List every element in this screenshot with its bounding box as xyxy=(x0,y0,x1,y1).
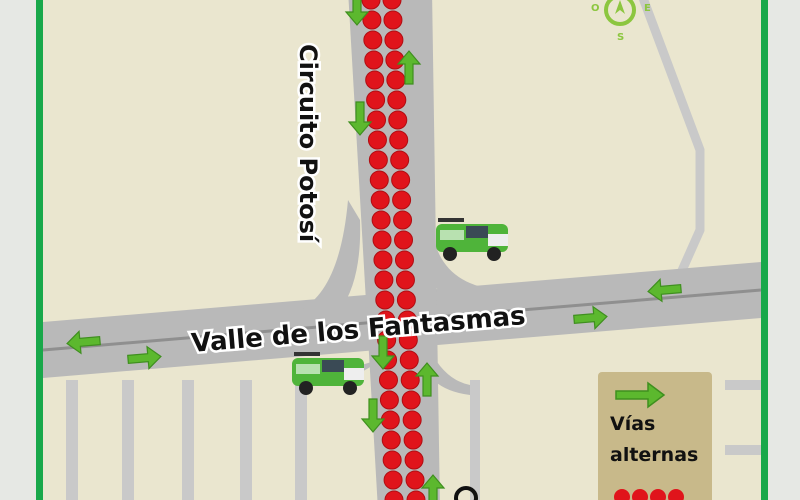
closure-marker xyxy=(395,270,415,290)
closure-marker xyxy=(372,230,392,250)
closure-marker xyxy=(365,70,385,90)
closure-marker xyxy=(403,430,423,450)
closure-marker xyxy=(379,390,399,410)
closure-marker xyxy=(366,90,386,110)
right-photo-edge xyxy=(768,0,800,500)
closure-marker xyxy=(371,210,391,230)
closure-marker xyxy=(370,190,390,210)
closure-marker xyxy=(383,470,403,490)
compass-west: O xyxy=(591,3,600,14)
closure-marker xyxy=(375,290,395,310)
closure-marker xyxy=(400,370,420,390)
legend-label-line2: alternas xyxy=(610,444,698,466)
legend-label-line1: Vías xyxy=(610,413,655,435)
closure-marker xyxy=(388,110,408,130)
closure-marker xyxy=(394,250,414,270)
closure-marker xyxy=(367,110,387,130)
compass-east: E xyxy=(644,3,651,14)
compass-south: S xyxy=(617,32,624,43)
closure-marker xyxy=(387,90,407,110)
closure-marker xyxy=(393,210,413,230)
traffic-closure-map: O E S Circuito Potosí Valle de los Fanta… xyxy=(0,0,800,500)
closure-marker xyxy=(391,170,411,190)
closure-marker xyxy=(373,250,393,270)
closure-marker xyxy=(404,450,424,470)
closure-marker xyxy=(392,190,412,210)
closure-marker xyxy=(368,150,388,170)
closure-marker xyxy=(399,350,419,370)
street-label-circuito-potosi: Circuito Potosí xyxy=(294,44,322,244)
map-canvas: O E S Circuito Potosí Valle de los Fanta… xyxy=(0,0,800,500)
closure-marker xyxy=(367,130,387,150)
closure-marker xyxy=(396,290,416,310)
closure-marker xyxy=(382,450,402,470)
closure-marker xyxy=(390,150,410,170)
closure-marker xyxy=(389,130,409,150)
closure-marker xyxy=(405,470,425,490)
closure-marker xyxy=(383,10,403,30)
closure-marker xyxy=(394,230,414,250)
closure-marker xyxy=(364,50,384,70)
closure-marker xyxy=(381,430,401,450)
closure-marker xyxy=(384,30,404,50)
left-photo-edge xyxy=(0,0,38,500)
closure-marker xyxy=(401,390,421,410)
closure-marker xyxy=(374,270,394,290)
closure-marker xyxy=(369,170,389,190)
closure-marker xyxy=(380,410,400,430)
closure-marker xyxy=(378,370,398,390)
closure-marker xyxy=(402,410,422,430)
legend: Vías alternas xyxy=(598,372,712,500)
closure-marker xyxy=(363,30,383,50)
closure-marker xyxy=(386,70,406,90)
